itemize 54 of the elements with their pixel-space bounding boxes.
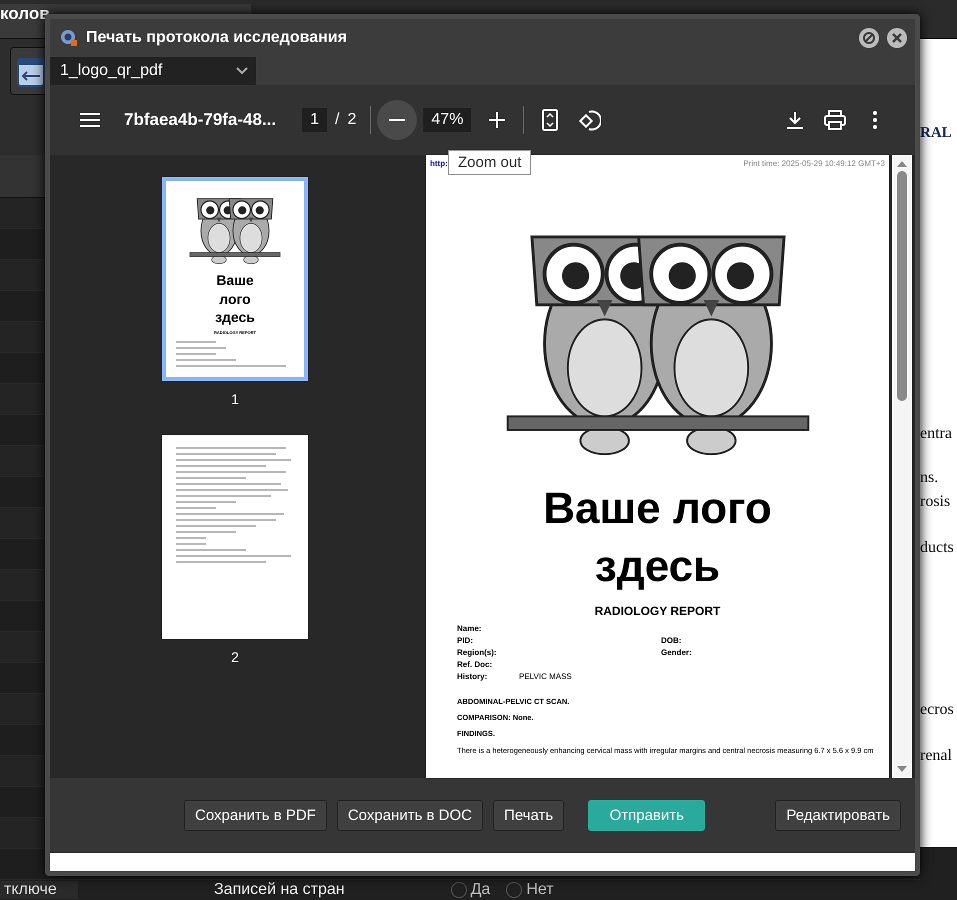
more-icon <box>873 111 877 129</box>
file-name: 7bfaea4b-79fa-48... <box>124 110 276 130</box>
document-text: rosis <box>920 493 950 511</box>
document-text: ecros <box>920 701 954 719</box>
page-separator: / <box>335 111 340 129</box>
dialog-button[interactable]: Редактировать <box>775 800 901 831</box>
minus-icon <box>389 119 406 121</box>
radio-option[interactable]: Нет <box>506 881 554 899</box>
field-label: Region(s): <box>457 648 498 657</box>
document-text: ns. <box>920 469 938 487</box>
fit-page-icon <box>542 109 558 131</box>
download-icon <box>786 111 804 129</box>
page-link[interactable]: http: <box>430 159 448 168</box>
document-text: RAL <box>920 125 952 142</box>
minimize-button[interactable] <box>859 28 879 48</box>
no-entry-icon <box>862 31 876 45</box>
scroll-down-icon[interactable] <box>897 766 907 772</box>
dialog-button[interactable]: Сохранить в DOC <box>336 800 484 831</box>
close-icon <box>891 32 903 44</box>
app-icon <box>60 29 78 47</box>
menu-icon <box>80 113 100 127</box>
field-label: Gender: <box>661 648 693 657</box>
field-label: Name: <box>457 624 482 633</box>
rotate-icon <box>579 109 602 131</box>
logo-text: Ваше лого <box>542 482 773 535</box>
scroll-up-icon[interactable] <box>897 161 907 167</box>
template-select[interactable]: 1_logo_qr_pdf <box>50 57 256 85</box>
select-field[interactable]: тключе <box>0 881 78 899</box>
tooltip: Zoom out <box>448 150 532 175</box>
chevron-down-icon <box>236 67 248 75</box>
plus-icon <box>489 112 506 128</box>
dialog-button[interactable]: Сохранить в PDF <box>184 800 327 831</box>
close-button[interactable] <box>887 28 907 48</box>
field-value: PELVIC MASS <box>519 672 573 681</box>
scrollbar[interactable] <box>892 155 912 778</box>
records-label: Записей на стран <box>213 881 345 899</box>
field-label: Ref. Doc: <box>457 660 494 669</box>
scroll-thumb[interactable] <box>897 171 907 401</box>
logo-text: здесь <box>594 540 722 593</box>
field-label: History: <box>457 672 488 681</box>
radio-option[interactable]: Да <box>450 881 490 899</box>
print-icon <box>824 110 846 130</box>
page-input[interactable]: 1 <box>302 108 328 132</box>
page-count: 2 <box>348 111 356 129</box>
dialog-button[interactable]: Печать <box>493 800 564 831</box>
document-text: renal <box>920 747 952 765</box>
zoom-field[interactable]: 47% <box>423 108 472 132</box>
document-text: entra <box>920 425 952 443</box>
report-title: RADIOLOGY REPORT <box>594 604 722 618</box>
field-label: DOB: <box>661 636 682 645</box>
field-label: PID: <box>457 636 474 645</box>
dialog-title: Печать протокола исследования <box>86 29 348 47</box>
document-text: ducts <box>920 539 954 557</box>
print-time: Print time: 2025-05-29 10:49:12 GMT+3 <box>743 159 885 168</box>
